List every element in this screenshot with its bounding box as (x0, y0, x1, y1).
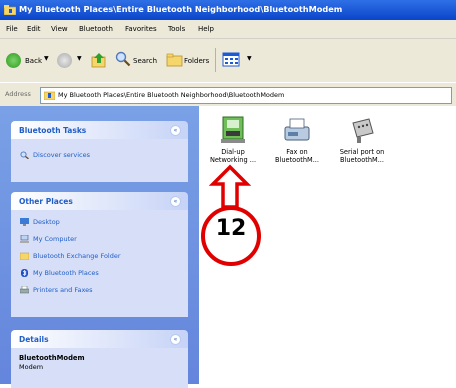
forward-dropdown-chevron-icon[interactable]: ▼ (77, 55, 82, 62)
callout-number: 12 (215, 216, 247, 241)
back-dropdown-chevron-icon[interactable]: ▼ (44, 55, 49, 62)
place-desktop-label: Desktop (33, 218, 60, 226)
window-folder-icon (4, 5, 16, 15)
toolbar: Back ▼ ▼ Search Folders ▼ (0, 38, 456, 83)
place-bluetooth-exchange-folder-label: Bluetooth Exchange Folder (33, 252, 121, 260)
folders-icon[interactable] (166, 52, 183, 67)
exchange-folder-icon (20, 252, 29, 260)
menu-view[interactable]: View (51, 25, 68, 33)
details-body: BluetoothModem Modem (11, 348, 188, 388)
serial-port-icon (352, 118, 374, 143)
other-places-body: Desktop My Computer Bluetooth Exchange F… (11, 210, 188, 317)
collapse-chevron-icon[interactable]: « (170, 334, 181, 345)
menu-bar: File Edit View Bluetooth Favorites Tools… (0, 20, 456, 38)
search-magnifier-icon[interactable] (115, 51, 131, 67)
menu-help[interactable]: Help (198, 25, 214, 33)
dialup-networking-icon (221, 116, 245, 143)
discover-services-icon (20, 151, 29, 159)
menu-tools[interactable]: Tools (168, 25, 185, 33)
other-places-header[interactable]: Other Places « (11, 192, 188, 210)
place-printers-and-faxes-label: Printers and Faxes (33, 286, 93, 294)
file-label-line1: Fax on (286, 148, 308, 156)
menu-bluetooth[interactable]: Bluetooth (79, 25, 113, 33)
details-name: BluetoothModem (19, 354, 85, 362)
bluetooth-tasks-header[interactable]: Bluetooth Tasks « (11, 121, 188, 139)
details-title: Details (19, 335, 49, 344)
file-label-line2: BluetoothM... (275, 156, 319, 164)
address-label: Address (5, 90, 31, 98)
address-field[interactable]: My Bluetooth Places\Entire Bluetooth Nei… (40, 87, 452, 104)
views-dropdown-chevron-icon[interactable]: ▼ (247, 55, 252, 62)
fax-icon (284, 118, 310, 141)
place-desktop[interactable]: Desktop (20, 218, 60, 230)
details-header[interactable]: Details « (11, 330, 188, 348)
file-label-line2: Networking ... (209, 156, 257, 164)
file-item-dialup-networking[interactable]: Dial-up Networking ... (200, 115, 266, 164)
toolbar-separator (215, 48, 216, 72)
bluetooth-icon (21, 269, 28, 277)
bluetooth-tasks-body: Discover services (11, 139, 188, 182)
up-folder-icon[interactable] (90, 51, 108, 69)
printer-icon (20, 286, 29, 294)
back-button-label[interactable]: Back (25, 57, 42, 65)
place-printers-and-faxes[interactable]: Printers and Faxes (20, 286, 93, 298)
address-bar: Address My Bluetooth Places\Entire Bluet… (0, 82, 456, 107)
views-icon[interactable] (222, 52, 240, 67)
other-places-title: Other Places (19, 197, 73, 206)
details-type: Modem (19, 363, 44, 371)
back-arrow-icon[interactable] (6, 53, 21, 68)
task-discover-services-label: Discover services (33, 151, 91, 159)
menu-favorites[interactable]: Favorites (125, 25, 157, 33)
bluetooth-places-icon (44, 91, 55, 100)
file-item-serial-port[interactable]: Serial port on BluetoothM... (329, 115, 395, 164)
place-my-bluetooth-places[interactable]: My Bluetooth Places (20, 269, 99, 281)
place-my-computer-label: My Computer (33, 235, 77, 243)
search-button-label[interactable]: Search (133, 57, 157, 65)
menu-file[interactable]: File (6, 25, 18, 33)
title-bar: My Bluetooth Places\Entire Bluetooth Nei… (0, 0, 456, 20)
file-label-line1: Dial-up (221, 148, 245, 156)
collapse-chevron-icon[interactable]: « (170, 125, 181, 136)
menu-edit[interactable]: Edit (27, 25, 41, 33)
file-label-line2: BluetoothM... (340, 156, 384, 164)
file-label-line1: Serial port on (339, 148, 385, 156)
task-pane: Bluetooth Tasks « Discover services Othe… (0, 106, 199, 388)
file-item-fax[interactable]: Fax on BluetoothM... (264, 115, 330, 164)
callout-arrow-icon (208, 164, 252, 209)
place-bluetooth-exchange-folder[interactable]: Bluetooth Exchange Folder (20, 252, 121, 264)
bluetooth-tasks-title: Bluetooth Tasks (19, 126, 87, 135)
task-discover-services[interactable]: Discover services (20, 151, 90, 163)
address-value[interactable]: My Bluetooth Places\Entire Bluetooth Nei… (58, 91, 284, 99)
desktop-icon (20, 218, 29, 226)
forward-arrow-icon[interactable] (57, 53, 72, 68)
bluetooth-tasks-panel: Bluetooth Tasks « Discover services (11, 121, 188, 182)
details-panel: Details « BluetoothModem Modem (11, 330, 188, 388)
place-my-computer[interactable]: My Computer (20, 235, 77, 247)
folders-button-label[interactable]: Folders (184, 57, 209, 65)
other-places-panel: Other Places « Desktop My Computer Bluet… (11, 192, 188, 317)
window-title: My Bluetooth Places\Entire Bluetooth Nei… (19, 4, 343, 14)
collapse-chevron-icon[interactable]: « (170, 196, 181, 207)
my-computer-icon (20, 235, 29, 243)
place-my-bluetooth-places-label: My Bluetooth Places (33, 269, 99, 277)
